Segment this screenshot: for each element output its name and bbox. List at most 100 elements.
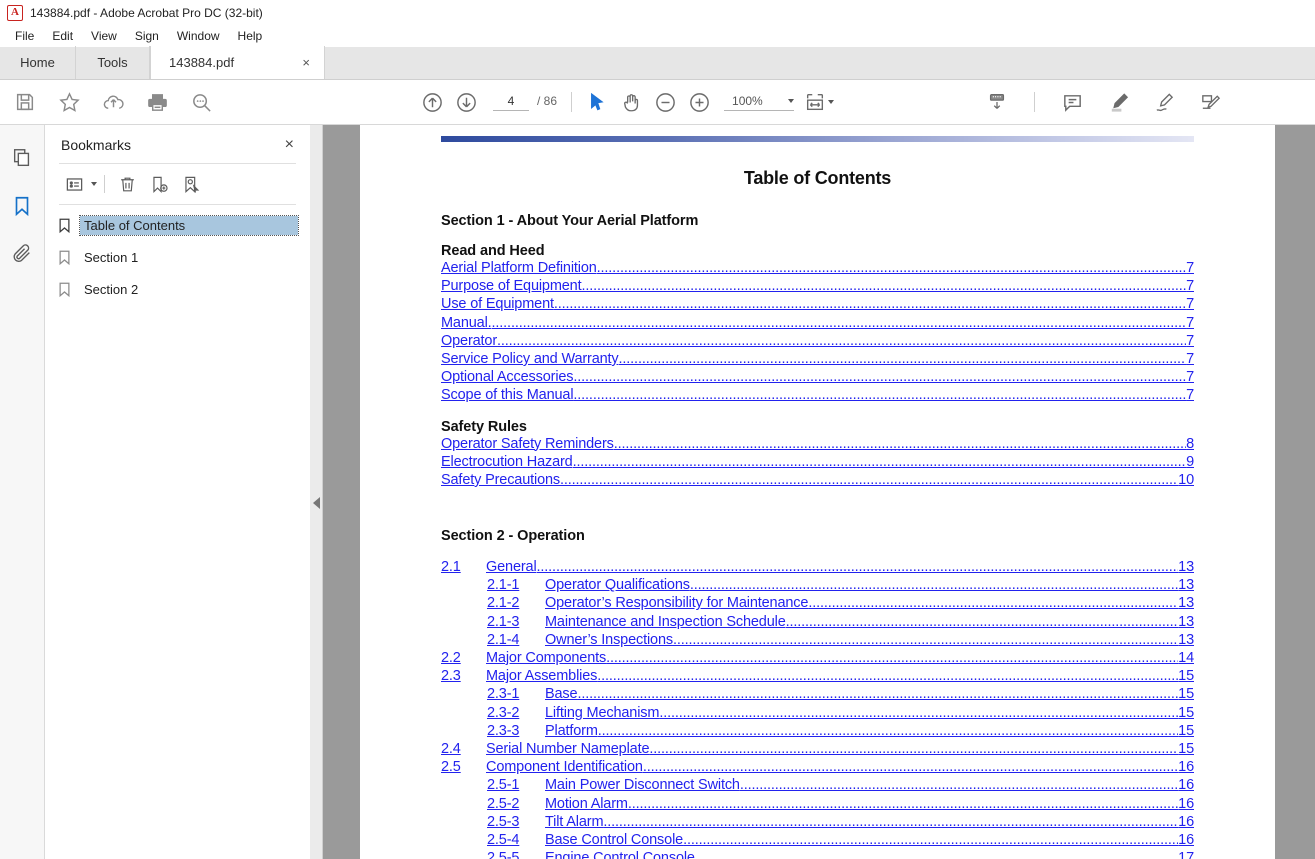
toc-entry-label: Engine Control Console — [545, 850, 695, 859]
page-thumbnails-icon[interactable] — [5, 141, 39, 175]
menu-sign[interactable]: Sign — [126, 27, 168, 45]
arrow-down-circle-icon[interactable] — [449, 85, 483, 119]
toolbar-divider — [571, 92, 573, 112]
toc-entry-page: 13 — [1178, 577, 1194, 594]
toc-entry[interactable]: 2.4 Serial Number Nameplate..............… — [441, 740, 1194, 758]
toc-entry[interactable]: Electrocution Hazard ...................… — [441, 453, 1194, 471]
toc-entry[interactable]: Aerial Platform Definition..............… — [441, 259, 1194, 277]
print-icon[interactable] — [140, 85, 174, 119]
toc-leader-dots: ........................................… — [597, 722, 1179, 739]
toc-entry[interactable]: 2.1-4 Owner’s Inspections ...............… — [441, 631, 1194, 649]
toc-entry-number: 2.1-2 — [487, 595, 520, 612]
menu-help[interactable]: Help — [229, 27, 272, 45]
cursor-arrow-icon[interactable] — [580, 85, 614, 119]
toc-entry[interactable]: Service Policy and Warranty ............… — [441, 350, 1194, 368]
tab-document-label: 143884.pdf — [169, 55, 235, 70]
page-number-input[interactable] — [493, 93, 529, 111]
bookmark-options-icon[interactable] — [59, 170, 89, 198]
fit-width-chevron-down-icon[interactable] — [828, 100, 835, 104]
toc-entry[interactable]: Purpose of Equipment....................… — [441, 277, 1194, 295]
upload-cloud-icon[interactable] — [96, 85, 130, 119]
zoom-in-icon[interactable] — [682, 85, 716, 119]
toc-entry[interactable]: 2.5-2 Motion Alarm ......................… — [441, 795, 1194, 813]
attachments-icon[interactable] — [5, 237, 39, 271]
toc-entry[interactable]: 2.3 Major Assemblies ....................… — [441, 667, 1194, 685]
comment-icon[interactable] — [1055, 85, 1089, 119]
toc-entry-page: 7 — [1186, 350, 1194, 367]
bookmark-item-section-2[interactable]: Section 2 — [57, 277, 298, 301]
bookmark-item-section-1[interactable]: Section 1 — [57, 245, 298, 269]
menu-file[interactable]: File — [6, 27, 43, 45]
toc-entry[interactable]: 2.5-4 Base Control Console...............… — [441, 831, 1194, 849]
toc-entry[interactable]: Optional Accessories ...................… — [441, 368, 1194, 386]
delete-bookmark-icon[interactable] — [112, 170, 142, 198]
page-title: Table of Contents — [743, 168, 892, 188]
toc-entry[interactable]: Manual..................................… — [441, 314, 1194, 332]
save-icon[interactable] — [8, 85, 42, 119]
tab-document[interactable]: 143884.pdf × — [150, 46, 325, 79]
pdf-page: Table of Contents Section 1 - About Your… — [360, 125, 1275, 859]
toc-entry[interactable]: 2.1-2 Operator’s Responsibility for Maint… — [441, 594, 1194, 612]
toc-entry[interactable]: Operator ...............................… — [441, 332, 1194, 350]
toc-entry-page: 15 — [1178, 686, 1194, 703]
highlight-icon[interactable] — [1101, 85, 1135, 119]
toc-entry-label: Scope of this Manual — [441, 387, 574, 404]
toc-leader-dots: ........................................… — [553, 296, 1187, 313]
menu-window[interactable]: Window — [168, 27, 229, 45]
bookmarks-icon[interactable] — [5, 189, 39, 223]
toc-entry[interactable]: 2.5-5 Engine Control Console.............… — [441, 849, 1194, 859]
document-view[interactable]: Table of Contents Section 1 - About Your… — [323, 125, 1315, 859]
toc-leader-dots: ........................................… — [596, 260, 1187, 276]
zoom-out-icon[interactable] — [648, 85, 682, 119]
fit-width-icon[interactable] — [798, 85, 832, 119]
toc-entry[interactable]: 2.3-2 Lifting Mechanism..................… — [441, 704, 1194, 722]
toc-entry-page: 13 — [1178, 631, 1194, 648]
toc-entry[interactable]: 2.1-1 Operator Qualifications ...........… — [441, 576, 1194, 594]
scroll-mode-icon[interactable] — [980, 85, 1014, 119]
toc-entry[interactable]: 2.2 Major Components.....................… — [441, 649, 1194, 667]
arrow-up-circle-icon[interactable] — [415, 85, 449, 119]
chevron-down-icon[interactable] — [91, 182, 97, 186]
tab-bar: Home Tools 143884.pdf × — [0, 46, 1315, 80]
bookmark-icon — [59, 218, 70, 233]
toc-entry-label: Electrocution Hazard — [441, 453, 573, 470]
close-icon[interactable]: × — [302, 56, 310, 69]
toolbar-center-group: / 86 100% — [415, 85, 835, 119]
zoom-level-dropdown[interactable]: 100% — [724, 94, 795, 111]
tab-home[interactable]: Home — [0, 46, 76, 79]
toc-entry[interactable]: 2.1 General..............................… — [441, 558, 1194, 576]
toc-entry[interactable]: Operator Safety Reminders ..............… — [441, 435, 1194, 453]
toc-entry[interactable]: Scope of this Manual ...................… — [441, 386, 1194, 404]
panel-collapse-handle[interactable] — [310, 125, 323, 859]
close-icon[interactable]: × — [283, 137, 296, 153]
toc-entry[interactable]: 2.1-3 Maintenance and Inspection Schedule… — [441, 613, 1194, 631]
toc-entry-page: 15 — [1178, 722, 1194, 739]
toc-entry-label: Lifting Mechanism — [545, 704, 660, 721]
tab-tools[interactable]: Tools — [76, 46, 150, 79]
sign-icon[interactable] — [1147, 85, 1181, 119]
toc-entry[interactable]: 2.3-3 Platform ..........................… — [441, 722, 1194, 740]
toc-entry[interactable]: 2.5 Component Identification ............… — [441, 758, 1194, 776]
menu-edit[interactable]: Edit — [43, 27, 82, 45]
toc-leader-dots: ........................................… — [642, 759, 1179, 776]
toc-entry[interactable]: 2.5-3 Tilt Alarm ........................… — [441, 813, 1194, 831]
find-bookmark-icon[interactable] — [176, 170, 206, 198]
new-bookmark-icon[interactable] — [144, 170, 174, 198]
bookmark-item-table-of-contents[interactable]: Table of Contents — [57, 213, 299, 237]
star-icon[interactable] — [52, 85, 86, 119]
edit-pdf-icon[interactable] — [1193, 85, 1227, 119]
toc-entry[interactable]: Safety Precautions......................… — [441, 471, 1194, 489]
toc-entry[interactable]: Use of Equipment .......................… — [441, 295, 1194, 313]
menu-view[interactable]: View — [82, 27, 126, 45]
toc-entry-label: Main Power Disconnect Switch — [545, 777, 740, 794]
toc-leader-dots: ........................................… — [606, 650, 1179, 666]
search-icon[interactable] — [184, 85, 218, 119]
toc-entry-label: Component Identification — [486, 759, 643, 776]
table-of-contents: Section 1 - About Your Aerial Platform Re… — [441, 189, 1194, 859]
toc-entry[interactable]: 2.3-1 Base ..............................… — [441, 685, 1194, 703]
toc-entry[interactable]: 2.5-1 Main Power Disconnect Switch ......… — [441, 776, 1194, 794]
toc-entry-label: Use of Equipment — [441, 296, 554, 313]
toolbar-left-group — [0, 85, 218, 119]
hand-icon[interactable] — [614, 85, 648, 119]
